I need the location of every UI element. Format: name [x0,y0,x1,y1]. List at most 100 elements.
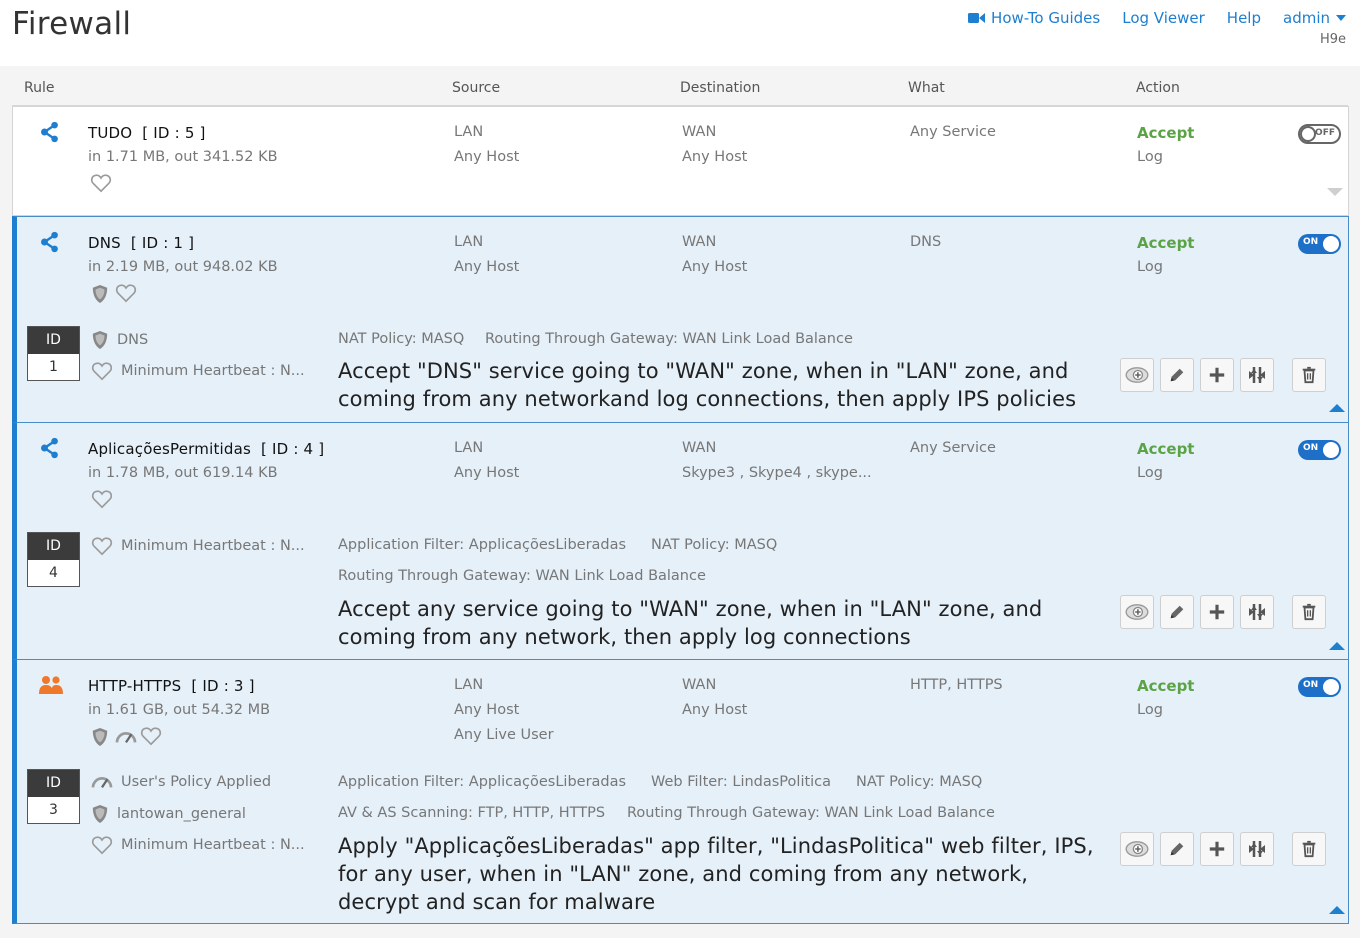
col-what: What [908,80,945,96]
rule-id-box: ID 3 [27,769,80,824]
eye-plus-icon [1124,366,1150,384]
move-button[interactable] [1240,595,1274,629]
edit-button[interactable] [1160,595,1194,629]
rule-toggle[interactable]: ON [1298,440,1341,460]
view-button[interactable] [1120,595,1154,629]
rule-description: Apply "ApplicaçõesLiberadas" app filter,… [338,834,1094,914]
rule-traffic: in 1.71 MB, out 341.52 KB [88,149,278,165]
rule-toggle[interactable]: ON [1298,234,1341,254]
rule-traffic: in 2.19 MB, out 948.02 KB [88,259,278,275]
rule-service: Any Service [910,124,996,140]
rule-row-aplicacoes[interactable]: AplicaçõesPermitidas [ ID : 4 ] in 1.78 … [12,422,1349,660]
collapse-icon[interactable] [1329,642,1345,650]
source-host: Any Host [454,259,520,275]
heartbeat-icon [91,835,113,855]
rule-description: Accept any service going to "WAN" zone, … [338,597,1043,649]
delete-button[interactable] [1292,358,1326,392]
plus-icon [1208,840,1226,858]
application-filter: Application Filter: ApplicaçõesLiberadas [338,774,627,790]
expand-icon[interactable] [1327,188,1343,196]
destination-host: Skype3 , Skype4 , skype... [682,465,872,481]
source-user: Any Live User [454,727,554,743]
how-to-guides-link[interactable]: How-To Guides [968,9,1100,27]
rule-log: Log [1137,465,1163,481]
source-host: Any Host [454,465,520,481]
plus-icon [1208,366,1226,384]
pencil-icon [1168,603,1186,621]
rule-name[interactable]: DNS [ ID : 1 ] [88,234,194,252]
rule-name[interactable]: HTTP-HTTPS [ ID : 3 ] [88,677,255,695]
eye-plus-icon [1124,603,1150,621]
rule-service: Any Service [910,440,996,456]
rule-service: HTTP, HTTPS [910,677,1003,693]
delete-button[interactable] [1292,595,1326,629]
heartbeat-icon [91,361,113,381]
rule-traffic: in 1.78 MB, out 619.14 KB [88,465,278,481]
view-button[interactable] [1120,832,1154,866]
move-icon [1247,365,1267,385]
col-destination: Destination [680,80,761,96]
destination-zone: WAN [682,234,717,250]
move-button[interactable] [1240,832,1274,866]
help-link[interactable]: Help [1227,9,1261,27]
nat-policy: NAT Policy: MASQ [856,774,983,790]
trash-icon [1300,366,1318,384]
share-icon [39,120,61,144]
rule-row-tudo[interactable]: TUDO [ ID : 5 ] in 1.71 MB, out 341.52 K… [12,106,1349,216]
web-filter: Web Filter: LindasPolitica [651,774,832,790]
routing-gateway: Routing Through Gateway: WAN Link Load B… [338,568,706,584]
rule-name[interactable]: TUDO [ ID : 5 ] [88,124,206,142]
source-host: Any Host [454,702,520,718]
source-zone: LAN [454,440,484,456]
rule-service: DNS [910,234,942,250]
heartbeat-icon [115,283,137,303]
rule-log: Log [1137,259,1163,275]
add-button[interactable] [1200,595,1234,629]
rule-name[interactable]: AplicaçõesPermitidas [ ID : 4 ] [88,440,324,458]
edit-button[interactable] [1160,832,1194,866]
detail-heartbeat: Minimum Heartbeat : N... [91,361,305,381]
destination-host: Any Host [682,702,748,718]
add-button[interactable] [1200,358,1234,392]
edit-button[interactable] [1160,358,1194,392]
rule-action: Accept [1137,124,1195,142]
rule-log: Log [1137,702,1163,718]
col-rule: Rule [24,80,55,96]
detail-heartbeat: Minimum Heartbeat : N... [91,536,305,556]
pencil-icon [1168,840,1186,858]
view-button[interactable] [1120,358,1154,392]
routing-gateway: Routing Through Gateway: WAN Link Load B… [485,331,853,347]
table-header: Rule Source Destination What Action [12,72,1348,106]
gauge-icon [91,773,113,791]
rule-id-box: ID 4 [27,532,80,587]
rule-row-http-https[interactable]: HTTP-HTTPS [ ID : 3 ] in 1.61 GB, out 54… [12,659,1349,924]
device-name: H9e [1319,32,1346,47]
nat-policy: NAT Policy: MASQ [338,331,465,347]
move-button[interactable] [1240,358,1274,392]
log-viewer-link[interactable]: Log Viewer [1122,9,1205,27]
destination-zone: WAN [682,124,717,140]
rule-row-dns[interactable]: DNS [ ID : 1 ] in 2.19 MB, out 948.02 KB… [12,216,1349,423]
collapse-icon[interactable] [1329,404,1345,412]
rule-description: Accept "DNS" service going to "WAN" zone… [338,359,1077,411]
source-zone: LAN [454,677,484,693]
collapse-icon[interactable] [1329,906,1345,914]
destination-zone: WAN [682,440,717,456]
destination-zone: WAN [682,677,717,693]
delete-button[interactable] [1292,832,1326,866]
routing-gateway: Routing Through Gateway: WAN Link Load B… [627,805,995,821]
add-button[interactable] [1200,832,1234,866]
caret-down-icon [1336,15,1346,21]
source-host: Any Host [454,149,520,165]
shield-icon [91,804,109,824]
share-icon [39,230,61,254]
rule-toggle[interactable]: OFF [1298,124,1341,144]
rule-toggle[interactable]: ON [1298,677,1341,697]
av-as-scanning: AV & AS Scanning: FTP, HTTP, HTTPS [338,805,606,821]
admin-menu[interactable]: admin [1283,9,1346,27]
detail-heartbeat: Minimum Heartbeat : N... [91,835,305,855]
rule-action: Accept [1137,440,1195,458]
gauge-icon [115,728,137,746]
rule-action: Accept [1137,677,1195,695]
detail-ips: lantowan_general [91,804,246,824]
